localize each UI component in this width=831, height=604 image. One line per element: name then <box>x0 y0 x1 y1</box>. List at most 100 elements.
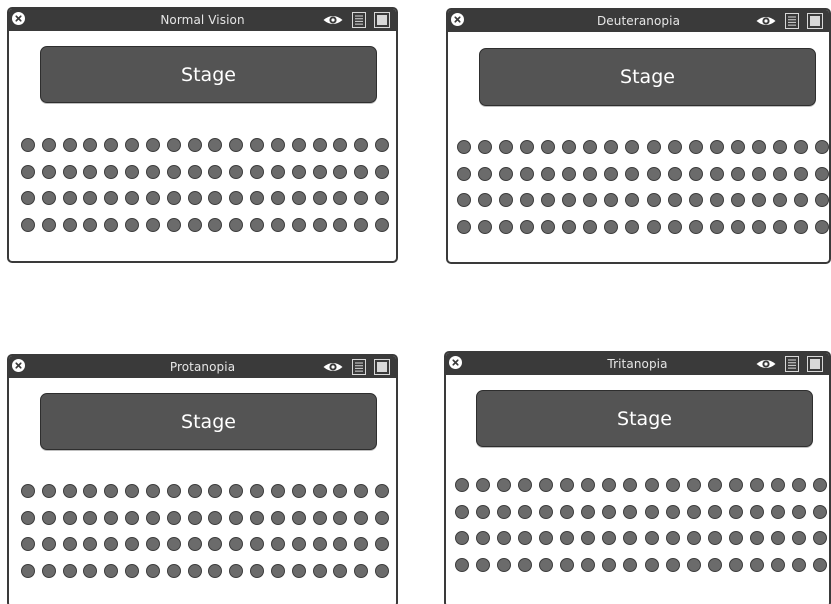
seat[interactable] <box>689 220 703 234</box>
seat[interactable] <box>647 220 661 234</box>
seat[interactable] <box>229 511 243 525</box>
seat[interactable] <box>313 138 327 152</box>
seat[interactable] <box>668 220 682 234</box>
seat[interactable] <box>815 193 829 207</box>
seat[interactable] <box>167 537 181 551</box>
seat[interactable] <box>645 558 659 572</box>
seat[interactable] <box>375 191 389 205</box>
seat[interactable] <box>752 140 766 154</box>
seat[interactable] <box>455 478 469 492</box>
seat[interactable] <box>250 537 264 551</box>
seat[interactable] <box>229 165 243 179</box>
seat[interactable] <box>104 191 118 205</box>
seat[interactable] <box>750 531 764 545</box>
seat[interactable] <box>292 511 306 525</box>
seat[interactable] <box>499 193 513 207</box>
seat[interactable] <box>208 564 222 578</box>
seat[interactable] <box>750 478 764 492</box>
seat[interactable] <box>455 531 469 545</box>
seat[interactable] <box>229 138 243 152</box>
seat[interactable] <box>21 165 35 179</box>
seat[interactable] <box>104 537 118 551</box>
seat[interactable] <box>125 218 139 232</box>
seat[interactable] <box>625 140 639 154</box>
seat[interactable] <box>146 191 160 205</box>
seat[interactable] <box>229 484 243 498</box>
seat[interactable] <box>687 558 701 572</box>
seat[interactable] <box>771 558 785 572</box>
seat[interactable] <box>752 220 766 234</box>
seat[interactable] <box>250 165 264 179</box>
seat[interactable] <box>771 478 785 492</box>
seat[interactable] <box>497 531 511 545</box>
seat[interactable] <box>645 505 659 519</box>
seat[interactable] <box>333 191 347 205</box>
seat[interactable] <box>602 558 616 572</box>
seat[interactable] <box>83 218 97 232</box>
seat[interactable] <box>83 537 97 551</box>
seat[interactable] <box>666 558 680 572</box>
seat[interactable] <box>63 537 77 551</box>
seat[interactable] <box>689 167 703 181</box>
seat[interactable] <box>813 531 827 545</box>
seat[interactable] <box>83 484 97 498</box>
seat[interactable] <box>146 564 160 578</box>
seat[interactable] <box>710 220 724 234</box>
seat[interactable] <box>581 478 595 492</box>
seat[interactable] <box>560 478 574 492</box>
seat[interactable] <box>541 220 555 234</box>
seat[interactable] <box>792 478 806 492</box>
seat[interactable] <box>731 193 745 207</box>
seat[interactable] <box>250 138 264 152</box>
seat[interactable] <box>229 191 243 205</box>
seat[interactable] <box>292 564 306 578</box>
seat[interactable] <box>562 140 576 154</box>
seat[interactable] <box>731 220 745 234</box>
seat[interactable] <box>188 165 202 179</box>
seat[interactable] <box>333 218 347 232</box>
seat[interactable] <box>125 138 139 152</box>
seat[interactable] <box>668 193 682 207</box>
seat[interactable] <box>375 218 389 232</box>
seat[interactable] <box>104 165 118 179</box>
seat[interactable] <box>773 167 787 181</box>
seat[interactable] <box>354 564 368 578</box>
seat[interactable] <box>602 531 616 545</box>
seat[interactable] <box>581 505 595 519</box>
seat[interactable] <box>188 218 202 232</box>
seat[interactable] <box>208 484 222 498</box>
seat[interactable] <box>313 218 327 232</box>
seat[interactable] <box>104 484 118 498</box>
seat[interactable] <box>813 558 827 572</box>
seat[interactable] <box>375 165 389 179</box>
seat[interactable] <box>146 138 160 152</box>
seat[interactable] <box>625 220 639 234</box>
seat[interactable] <box>21 537 35 551</box>
seat[interactable] <box>497 558 511 572</box>
seat[interactable] <box>21 191 35 205</box>
seat[interactable] <box>583 140 597 154</box>
seat[interactable] <box>292 165 306 179</box>
seat[interactable] <box>208 218 222 232</box>
seat[interactable] <box>602 478 616 492</box>
seat[interactable] <box>604 167 618 181</box>
seat[interactable] <box>375 138 389 152</box>
seat[interactable] <box>146 165 160 179</box>
seat[interactable] <box>146 511 160 525</box>
seat[interactable] <box>63 218 77 232</box>
seat[interactable] <box>271 511 285 525</box>
seat[interactable] <box>21 218 35 232</box>
seat[interactable] <box>539 531 553 545</box>
seat[interactable] <box>292 191 306 205</box>
eye-icon[interactable] <box>755 356 777 372</box>
seat[interactable] <box>354 511 368 525</box>
seat[interactable] <box>208 191 222 205</box>
seat[interactable] <box>250 511 264 525</box>
seat[interactable] <box>710 140 724 154</box>
seat[interactable] <box>63 484 77 498</box>
seat[interactable] <box>188 537 202 551</box>
seat[interactable] <box>271 484 285 498</box>
seat[interactable] <box>478 193 492 207</box>
seat[interactable] <box>813 478 827 492</box>
seat[interactable] <box>292 218 306 232</box>
